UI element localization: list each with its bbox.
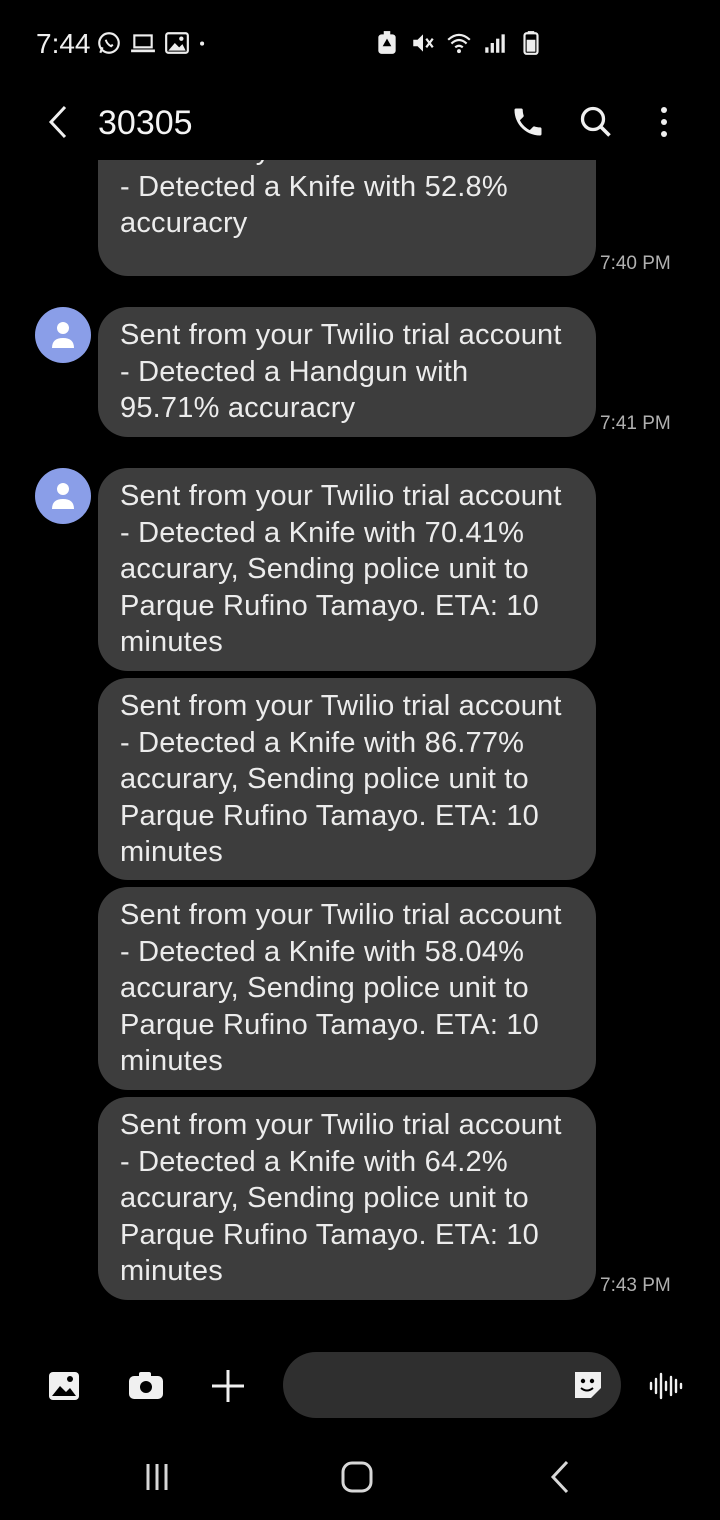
conversation-header: 30305	[0, 90, 720, 160]
battery-saver-icon	[378, 31, 396, 54]
dot-icon	[200, 41, 205, 46]
attach-image-button[interactable]	[38, 1360, 90, 1412]
back-icon	[48, 105, 67, 139]
more-options-button[interactable]	[640, 98, 688, 146]
image-icon	[49, 1372, 79, 1400]
person-icon	[52, 483, 74, 509]
status-time: 7:44	[36, 28, 91, 59]
add-button[interactable]	[202, 1360, 254, 1412]
message-bubble[interactable]: Sent from your Twilio trial account - De…	[98, 307, 596, 437]
laptop-icon	[131, 34, 155, 53]
search-icon	[580, 106, 611, 137]
message-bubble[interactable]: Sent from your Twilio trial account - De…	[98, 678, 596, 880]
phone-icon	[514, 108, 542, 136]
more-icon	[661, 107, 667, 137]
home-icon	[341, 1461, 373, 1493]
call-button[interactable]	[504, 98, 552, 146]
signal-icon	[485, 34, 505, 53]
voice-record-button[interactable]	[640, 1360, 692, 1412]
message-bubble[interactable]: Sent from your Twilio trial account - De…	[98, 160, 596, 276]
status-bar: 7:44	[0, 0, 720, 90]
nav-back-button[interactable]	[530, 1452, 590, 1502]
system-nav-bar	[0, 1430, 720, 1520]
status-left-icons	[96, 30, 212, 56]
contact-avatar[interactable]	[35, 468, 91, 524]
search-button[interactable]	[572, 98, 620, 146]
message-timestamp: 7:40 PM	[600, 253, 671, 274]
camera-icon	[129, 1372, 163, 1399]
back-nav-icon	[550, 1460, 569, 1494]
contact-avatar[interactable]	[35, 307, 91, 363]
back-button[interactable]	[36, 100, 80, 144]
message-timestamp: 7:43 PM	[600, 1275, 671, 1296]
message-bubble[interactable]: Sent from your Twilio trial account - De…	[98, 887, 596, 1090]
sticker-button[interactable]	[562, 1359, 614, 1411]
voice-icon	[649, 1372, 683, 1400]
wifi-icon	[447, 33, 471, 54]
message-timestamp: 7:41 PM	[600, 413, 671, 434]
sticker-icon	[575, 1372, 601, 1398]
recents-button[interactable]	[127, 1452, 187, 1502]
camera-button[interactable]	[120, 1360, 172, 1412]
recents-icon	[146, 1464, 168, 1490]
compose-bar	[0, 1340, 720, 1430]
plus-icon	[212, 1370, 244, 1402]
whatsapp-icon	[98, 32, 120, 54]
home-button[interactable]	[327, 1452, 387, 1502]
gallery-icon	[165, 32, 189, 54]
person-icon	[52, 322, 74, 348]
message-list[interactable]: Sent from your Twilio trial account - De…	[0, 160, 720, 1330]
battery-icon	[523, 31, 539, 55]
conversation-title: 30305	[98, 104, 193, 142]
message-bubble[interactable]: Sent from your Twilio trial account - De…	[98, 468, 596, 671]
status-right-icons	[374, 30, 544, 56]
message-bubble[interactable]: Sent from your Twilio trial account - De…	[98, 1097, 596, 1300]
mute-icon	[413, 34, 434, 52]
